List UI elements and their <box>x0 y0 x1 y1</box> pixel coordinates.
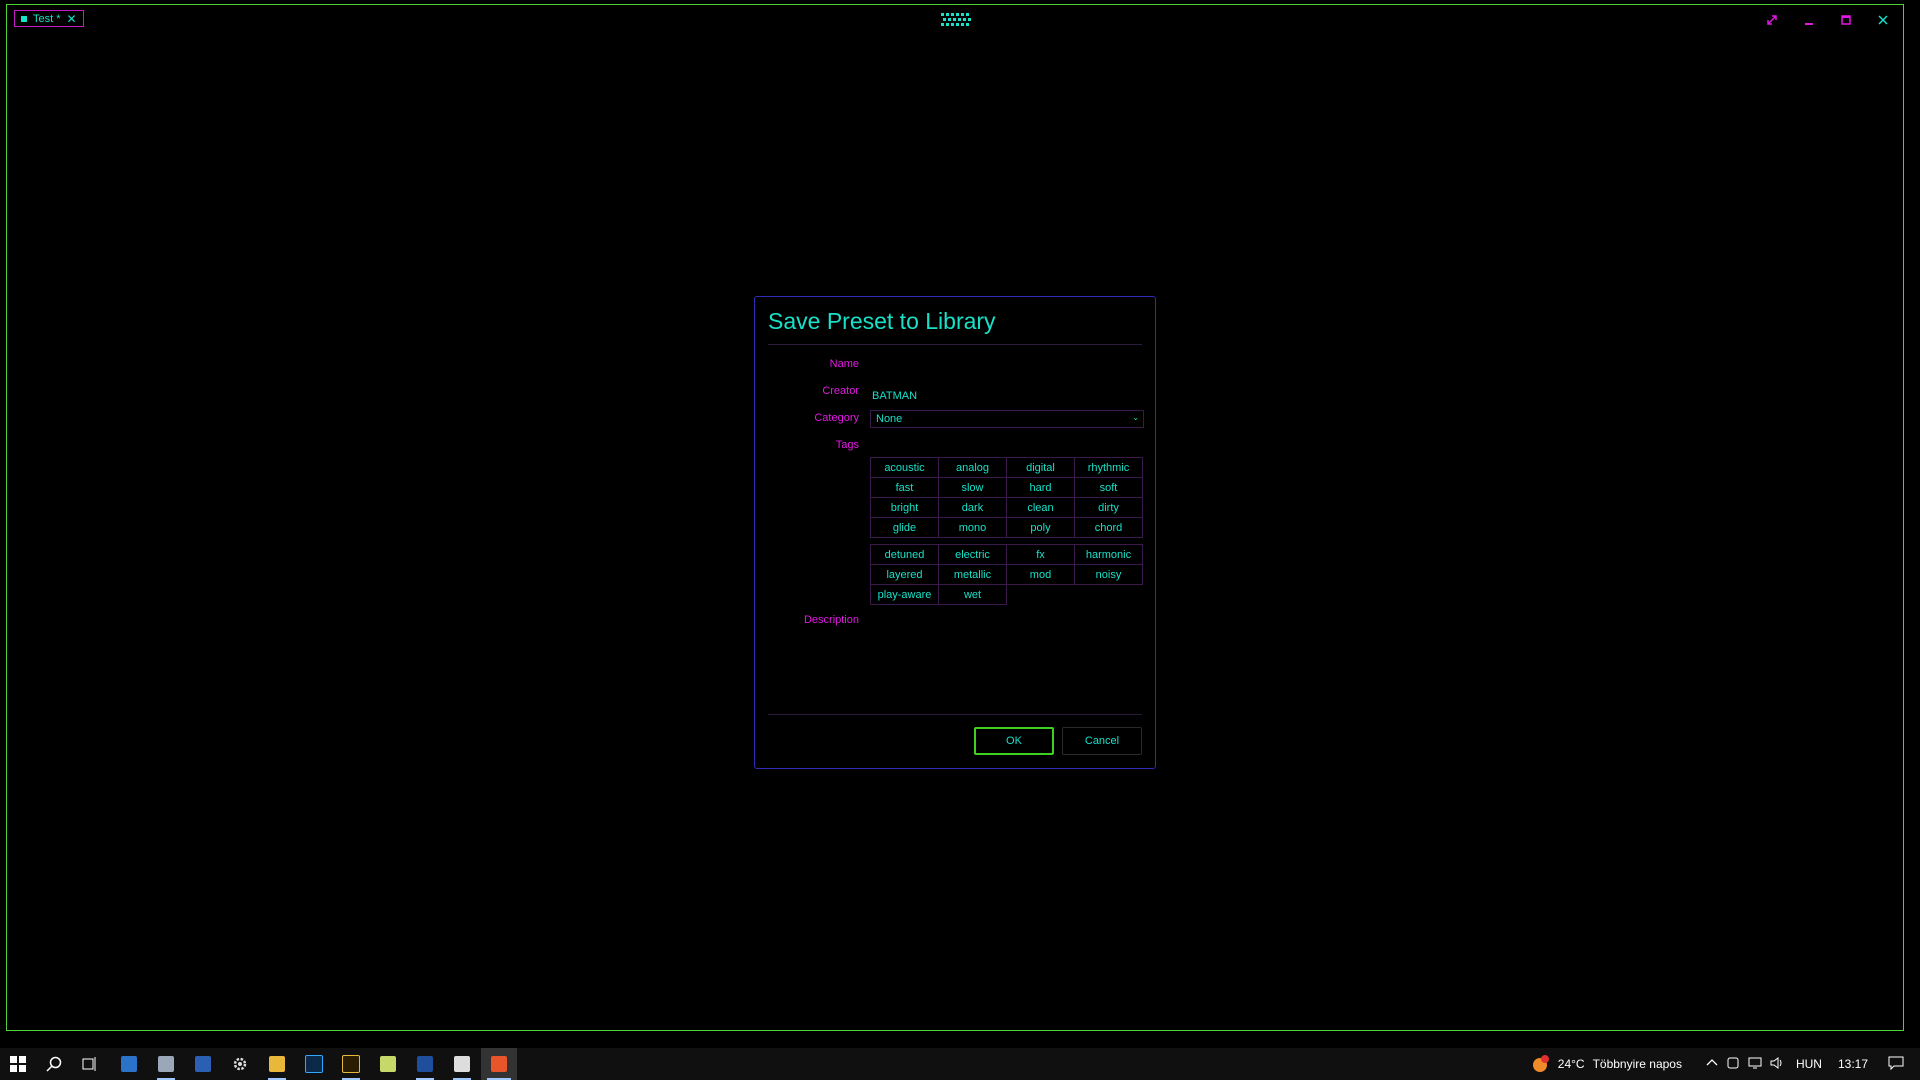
volume-icon[interactable] <box>1770 1056 1784 1073</box>
tag-glide[interactable]: glide <box>871 518 939 538</box>
tag-detuned[interactable]: detuned <box>871 545 939 565</box>
chevron-up-icon[interactable] <box>1706 1057 1718 1072</box>
category-selected-value: None <box>876 413 903 425</box>
description-input[interactable] <box>870 617 1148 701</box>
cancel-button[interactable]: Cancel <box>1062 727 1142 755</box>
tab-label: Test * <box>33 12 61 25</box>
tag-harmonic[interactable]: harmonic <box>1075 545 1143 565</box>
notification-icon[interactable] <box>1888 1055 1904 1074</box>
taskbar-app-illustrator[interactable] <box>336 1048 366 1080</box>
tag-bright[interactable]: bright <box>871 498 939 518</box>
tag-dirty[interactable]: dirty <box>1075 498 1143 518</box>
taskbar-app-inkscape[interactable] <box>447 1048 477 1080</box>
tag-play-aware[interactable]: play-aware <box>871 585 939 605</box>
search-icon <box>46 1056 62 1072</box>
taskbar-app-settings[interactable] <box>225 1048 255 1080</box>
taskbar-app-powershell[interactable] <box>410 1048 440 1080</box>
start-button[interactable] <box>4 1048 32 1080</box>
minimize-icon[interactable] <box>1800 11 1817 28</box>
tag-analog[interactable]: analog <box>939 458 1007 478</box>
windows-icon <box>10 1056 26 1072</box>
tag-grid-secondary: detuned electric fx harmonic layered met… <box>870 544 1143 605</box>
outlook-icon <box>121 1056 137 1072</box>
tag-electric[interactable]: electric <box>939 545 1007 565</box>
name-input[interactable] <box>870 354 1147 374</box>
save-preset-dialog: Save Preset to Library Name Creator BATM… <box>754 296 1156 769</box>
close-icon[interactable] <box>1874 11 1891 28</box>
tags-label: Tags <box>835 439 859 451</box>
meet-icon[interactable] <box>1726 1056 1740 1073</box>
ok-button[interactable]: OK <box>974 727 1054 755</box>
clock[interactable]: 13:17 <box>1838 1057 1868 1071</box>
search-button[interactable] <box>40 1048 68 1080</box>
tag-poly[interactable]: poly <box>1007 518 1075 538</box>
tag-digital[interactable]: digital <box>1007 458 1075 478</box>
tag-slow[interactable]: slow <box>939 478 1007 498</box>
category-label: Category <box>814 412 859 424</box>
tag-wet[interactable]: wet <box>939 585 1007 605</box>
tag-chord[interactable]: chord <box>1075 518 1143 538</box>
tag-clean[interactable]: clean <box>1007 498 1075 518</box>
maximize-icon[interactable] <box>1837 11 1854 28</box>
weather-icon[interactable] <box>1530 1054 1550 1074</box>
folder-icon <box>269 1056 285 1072</box>
dialog-title: Save Preset to Library <box>768 308 996 334</box>
task-view-icon <box>82 1057 96 1071</box>
app-logo-icon <box>941 13 971 26</box>
restore-icon[interactable] <box>1763 11 1780 28</box>
divider <box>768 714 1142 715</box>
taskbar-app-notepad[interactable] <box>373 1048 403 1080</box>
taskbar-app-blue[interactable] <box>188 1048 218 1080</box>
network-icon[interactable] <box>1748 1056 1762 1073</box>
taskbar-app-notes[interactable] <box>151 1048 181 1080</box>
tag-fast[interactable]: fast <box>871 478 939 498</box>
taskbar-app-explorer[interactable] <box>262 1048 292 1080</box>
weather-temp[interactable]: 24°C <box>1558 1057 1585 1071</box>
notes-icon <box>158 1056 174 1072</box>
description-label: Description <box>803 614 859 626</box>
taskbar-app-synth[interactable] <box>481 1048 517 1080</box>
tag-acoustic[interactable]: acoustic <box>871 458 939 478</box>
weather-text[interactable]: Többnyire napos <box>1593 1057 1682 1071</box>
synth-app-icon <box>491 1056 507 1072</box>
tag-noisy[interactable]: noisy <box>1075 565 1143 585</box>
tag-soft[interactable]: soft <box>1075 478 1143 498</box>
window-controls <box>1763 11 1891 28</box>
tag-rhythmic[interactable]: rhythmic <box>1075 458 1143 478</box>
tag-mono[interactable]: mono <box>939 518 1007 538</box>
taskbar-app-photoshop[interactable] <box>299 1048 329 1080</box>
illustrator-icon <box>342 1055 360 1073</box>
gear-icon <box>233 1057 247 1071</box>
inkscape-icon <box>454 1056 470 1072</box>
tag-layered[interactable]: layered <box>871 565 939 585</box>
creator-value: BATMAN <box>872 390 918 402</box>
photoshop-icon <box>305 1055 323 1073</box>
tag-dark[interactable]: dark <box>939 498 1007 518</box>
language-indicator[interactable]: HUN <box>1796 1057 1822 1071</box>
category-dropdown[interactable]: None ⌄ <box>870 410 1144 428</box>
system-tray: 24°C Többnyire napos HUN 13:17 <box>1530 1048 1920 1080</box>
tag-grid-primary: acoustic analog digital rhythmic fast sl… <box>870 457 1143 538</box>
tag-fx[interactable]: fx <box>1007 545 1075 565</box>
creator-label: Creator <box>822 385 859 397</box>
name-label: Name <box>829 358 859 370</box>
taskbar-app-outlook[interactable] <box>114 1048 144 1080</box>
divider <box>768 344 1142 345</box>
tab-indicator-icon <box>21 15 27 22</box>
tab-close-icon[interactable]: ✕ <box>67 12 77 26</box>
task-view-button[interactable] <box>76 1048 104 1080</box>
tag-metallic[interactable]: metallic <box>939 565 1007 585</box>
app-icon <box>195 1056 211 1072</box>
tag-mod[interactable]: mod <box>1007 565 1075 585</box>
chevron-down-icon: ⌄ <box>1132 413 1139 422</box>
tag-hard[interactable]: hard <box>1007 478 1075 498</box>
notepad-icon <box>380 1056 396 1072</box>
document-tab[interactable]: Test * ✕ <box>14 10 84 27</box>
powershell-icon <box>417 1056 433 1072</box>
taskbar: 24°C Többnyire napos HUN 13:17 <box>0 1048 1920 1080</box>
